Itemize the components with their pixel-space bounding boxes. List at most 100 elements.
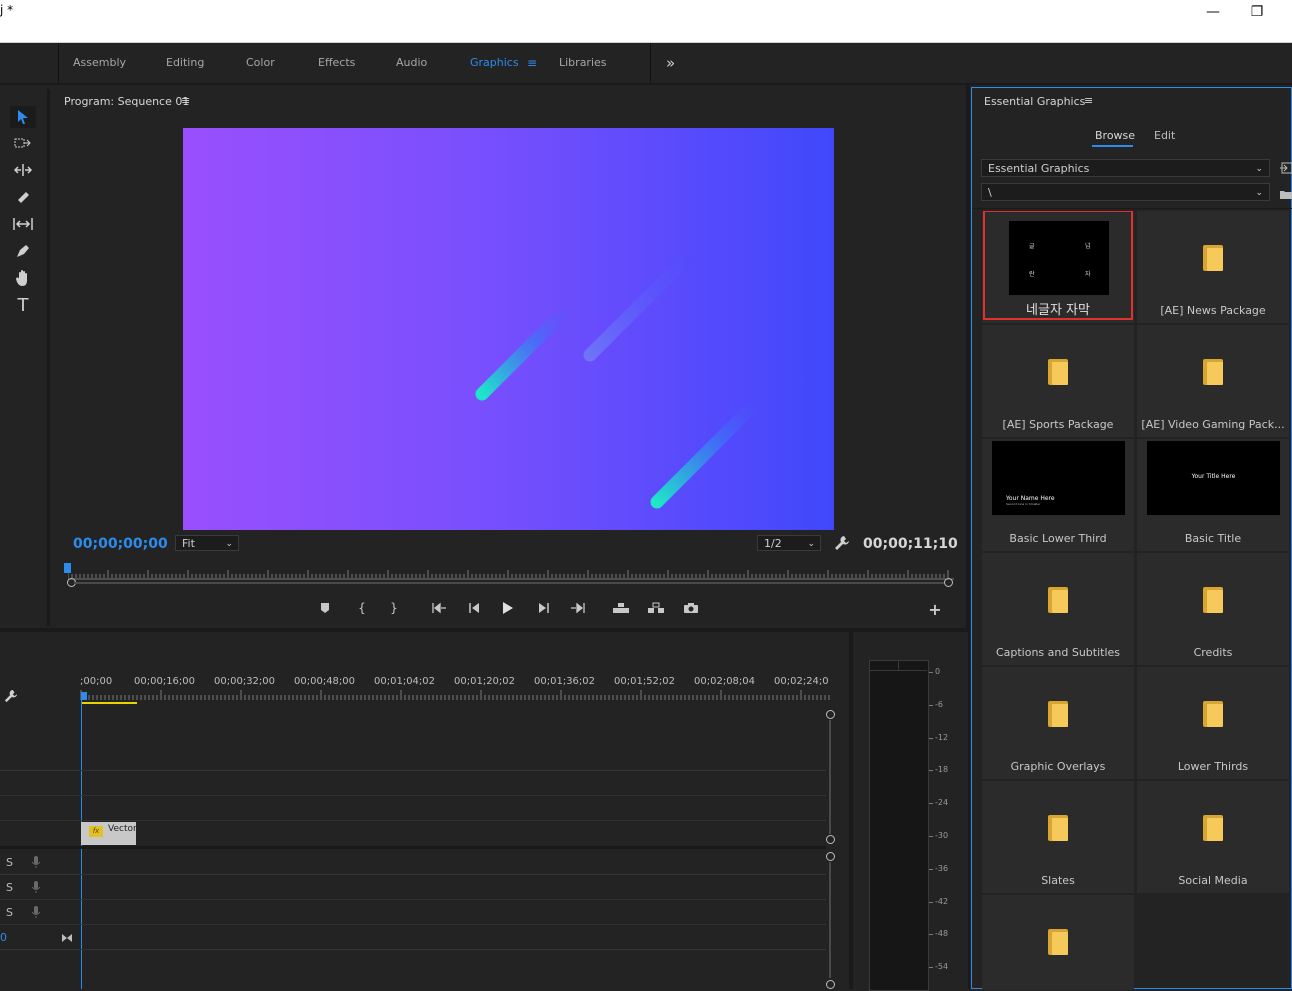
timeline-ruler[interactable]: ;00;00 00;00;16;00 00;00;32;00 00;00;48;00 0… — [80, 676, 830, 704]
more-workspaces-icon[interactable]: » — [666, 43, 675, 83]
folder-icon — [1203, 245, 1223, 271]
extract-icon[interactable] — [645, 598, 667, 618]
timeline-settings-wrench-icon[interactable] — [4, 688, 18, 703]
panel-menu-icon[interactable]: ≡ — [1084, 94, 1093, 107]
timeline-ruler-label: 00;01;04;02 — [374, 676, 436, 687]
db-tick — [929, 672, 933, 673]
template-tile[interactable]: [AE] News Package — [1137, 211, 1289, 323]
slip-icon[interactable] — [10, 213, 36, 235]
workspace-tab-effects[interactable]: Effects — [318, 43, 355, 83]
scroll-handle[interactable] — [826, 835, 835, 844]
workspace-menu-icon[interactable]: ≡ — [527, 43, 537, 83]
go-to-out-icon[interactable] — [567, 598, 589, 618]
add-marker-icon[interactable] — [314, 598, 336, 618]
folder-path-select[interactable]: \ ⌄ — [981, 183, 1270, 201]
window-title-bar: j * — ❐ — [0, 0, 1292, 43]
workspace-tab-audio[interactable]: Audio — [396, 43, 427, 83]
master-value[interactable]: 0 — [0, 931, 7, 944]
template-tile[interactable]: Slates — [982, 781, 1134, 893]
track-divider — [0, 874, 826, 875]
current-timecode[interactable]: 00;00;00;00 — [73, 536, 168, 552]
template-thumbnail: Your Name Here Second Line in Smaller — [992, 441, 1125, 515]
video-audio-divider — [0, 846, 826, 849]
master-track-icon[interactable] — [61, 929, 73, 942]
template-tile[interactable]: Captions and Subtitles — [982, 553, 1134, 665]
scroll-handle[interactable] — [826, 980, 835, 989]
program-video-frame — [183, 128, 834, 530]
track-select-icon[interactable] — [10, 132, 36, 154]
minimize-button[interactable]: — — [1190, 0, 1236, 24]
selection-highlight — [983, 211, 1133, 320]
lift-icon[interactable] — [610, 598, 632, 618]
audio-tracks-scrollbar[interactable] — [829, 862, 831, 978]
hand-icon[interactable] — [10, 267, 36, 289]
template-tile[interactable]: Your Title Here Basic Title — [1137, 439, 1289, 551]
template-tile[interactable]: Social Media — [1137, 781, 1289, 893]
timeline-ruler-label: 00;01;52;02 — [614, 676, 676, 687]
microphone-icon[interactable] — [31, 904, 41, 918]
video-tracks-scrollbar[interactable] — [829, 720, 831, 834]
chevron-down-icon: ⌄ — [1255, 164, 1263, 174]
settings-wrench-icon[interactable] — [834, 535, 852, 553]
workspace-tab-graphics[interactable]: Graphics — [470, 43, 519, 83]
go-to-in-icon[interactable] — [428, 598, 450, 618]
play-button-icon[interactable] — [497, 598, 519, 618]
workspace-tab-libraries[interactable]: Libraries — [559, 43, 607, 83]
scroll-handle[interactable] — [826, 852, 835, 861]
resolution-select[interactable]: 1/2 ⌄ — [757, 535, 821, 551]
template-tile[interactable] — [982, 895, 1134, 990]
library-select-value: Essential Graphics — [988, 162, 1090, 175]
template-tile[interactable]: Lower Thirds — [1137, 667, 1289, 779]
panel-menu-icon[interactable]: ≡ — [181, 94, 190, 107]
export-frame-camera-icon[interactable] — [680, 598, 702, 618]
scroll-handle[interactable] — [826, 710, 835, 719]
workspace-tab-assembly[interactable]: Assembly — [73, 43, 126, 83]
track-solo-label[interactable]: S — [6, 856, 13, 869]
divider — [650, 43, 651, 83]
work-area-bar[interactable] — [82, 702, 137, 704]
tab-browse[interactable]: Browse — [1095, 129, 1135, 142]
range-end-handle[interactable] — [944, 578, 953, 587]
zoom-select[interactable]: Fit ⌄ — [175, 535, 239, 551]
track-solo-label[interactable]: S — [6, 906, 13, 919]
razor-icon[interactable] — [10, 186, 36, 208]
template-tile[interactable]: Your Name Here Second Line in Smaller Basi… — [982, 439, 1134, 551]
db-scale-label: -54 — [935, 962, 949, 972]
selection-tool-icon[interactable] — [10, 106, 36, 128]
mark-out-icon[interactable]: } — [383, 598, 405, 618]
template-tile[interactable]: Graphic Overlays — [982, 667, 1134, 779]
library-select[interactable]: Essential Graphics ⌄ — [981, 159, 1270, 177]
zoom-select-value: Fit — [182, 537, 195, 550]
folder-icon — [1048, 587, 1068, 613]
track-solo-label[interactable]: S — [6, 881, 13, 894]
ripple-edit-icon[interactable] — [10, 159, 36, 181]
template-tile[interactable]: 글 넘 란 자 네글자 자막 — [982, 211, 1134, 323]
microphone-icon[interactable] — [31, 854, 41, 868]
import-icon[interactable] — [1280, 160, 1292, 174]
step-forward-icon[interactable] — [533, 598, 555, 618]
program-time-ruler[interactable] — [67, 565, 954, 580]
workspace-tab-color[interactable]: Color — [246, 43, 275, 83]
divider — [58, 43, 59, 83]
folder-path-value: \ — [988, 186, 992, 199]
microphone-icon[interactable] — [31, 879, 41, 893]
restore-button[interactable]: ❐ — [1234, 0, 1280, 24]
mark-in-icon[interactable]: { — [351, 598, 373, 618]
step-back-icon[interactable] — [463, 598, 485, 618]
folder-icon — [1048, 929, 1068, 955]
db-tick — [929, 770, 933, 772]
type-icon[interactable]: T — [10, 294, 36, 316]
pen-icon[interactable] — [10, 240, 36, 262]
new-folder-icon[interactable] — [1280, 185, 1292, 199]
zoom-scrollbar[interactable] — [74, 582, 944, 584]
template-name: [AE] Video Gaming Pack... — [1141, 418, 1285, 431]
tab-edit[interactable]: Edit — [1154, 129, 1175, 142]
db-tick — [929, 901, 933, 903]
playhead-marker[interactable] — [64, 563, 71, 573]
workspace-tab-editing[interactable]: Editing — [166, 43, 204, 83]
timeline-clip[interactable]: fx Vector — [81, 822, 137, 845]
template-tile[interactable]: [AE] Video Gaming Pack... — [1137, 325, 1289, 437]
template-tile[interactable]: [AE] Sports Package — [982, 325, 1134, 437]
button-editor-plus-icon[interactable]: + — [924, 599, 946, 619]
template-tile[interactable]: Credits — [1137, 553, 1289, 665]
